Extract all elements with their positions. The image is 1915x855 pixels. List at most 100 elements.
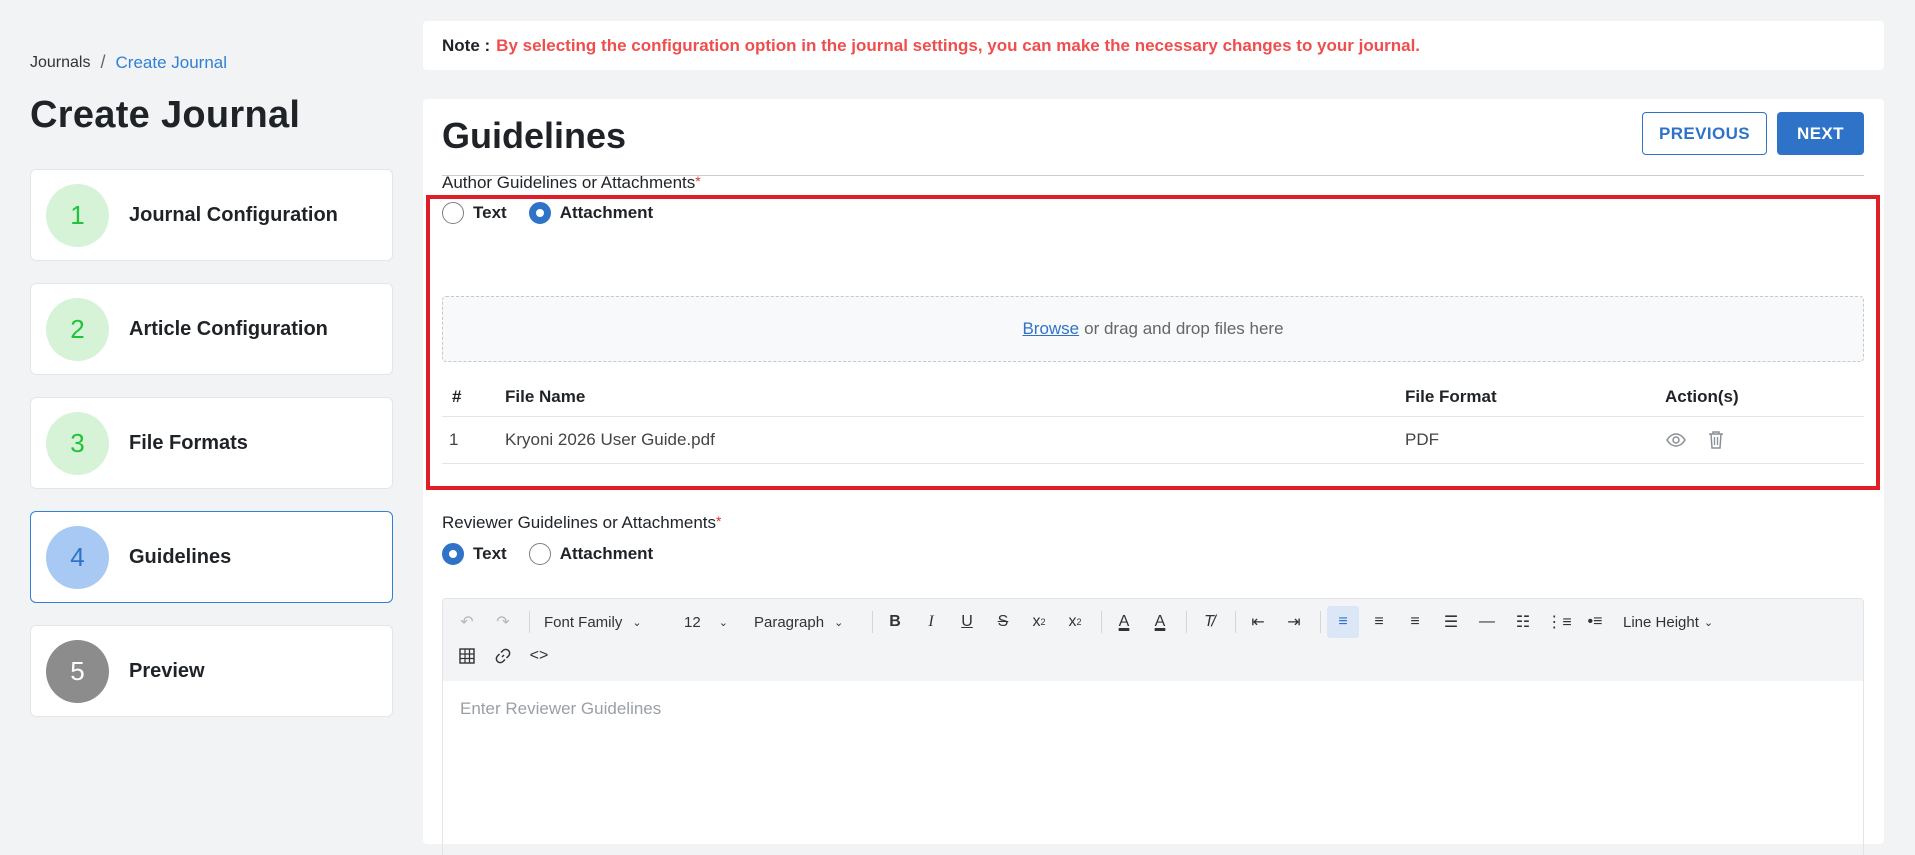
- reviewer-attachment-radio[interactable]: Attachment: [528, 543, 654, 565]
- font-size-value: 12: [684, 613, 701, 631]
- align-center-icon[interactable]: ≡: [1363, 606, 1395, 638]
- step-file-formats[interactable]: 3 File Formats: [30, 397, 393, 489]
- step-number: 5: [46, 639, 109, 703]
- step-number: 1: [46, 183, 109, 247]
- breadcrumb-separator: /: [100, 52, 106, 72]
- file-dropzone[interactable]: Browse or drag and drop files here: [442, 296, 1864, 362]
- underline-icon[interactable]: U: [951, 606, 983, 638]
- chevron-down-icon: ⌄: [718, 616, 728, 629]
- reviewer-text-radio[interactable]: Text: [442, 543, 507, 565]
- toolbar-separator: [872, 611, 873, 633]
- radio-circle: [442, 543, 464, 565]
- toolbar-separator: [1101, 611, 1102, 633]
- text-color-icon[interactable]: A: [1108, 606, 1140, 638]
- list-icon[interactable]: ☷: [1507, 606, 1539, 638]
- row-actions: [1665, 429, 1864, 451]
- italic-icon[interactable]: I: [915, 606, 947, 638]
- step-guidelines[interactable]: 4 Guidelines: [30, 511, 393, 603]
- radio-circle: [442, 202, 464, 224]
- previous-button[interactable]: PREVIOUS: [1642, 112, 1767, 155]
- panel-title: Guidelines: [442, 115, 627, 156]
- chevron-down-icon: ⌄: [1703, 616, 1714, 629]
- row-file-format: PDF: [1405, 430, 1439, 449]
- indent-icon[interactable]: ⇥: [1278, 606, 1310, 638]
- block-format-select[interactable]: Paragraph ⌄: [746, 606, 866, 638]
- step-article-configuration[interactable]: 2 Article Configuration: [30, 283, 393, 375]
- step-label: Guidelines: [129, 545, 232, 568]
- step-number: 4: [46, 525, 109, 589]
- author-guidelines-label-text: Author Guidelines or Attachments: [442, 173, 696, 192]
- breadcrumb-journals[interactable]: Journals: [30, 54, 90, 72]
- dropzone-hint: or drag and drop files here: [1084, 319, 1284, 338]
- clear-formatting-icon[interactable]: T̸: [1193, 606, 1225, 638]
- block-format-value: Paragraph: [754, 613, 825, 631]
- highlight-color-icon[interactable]: A: [1144, 606, 1176, 638]
- step-label: Article Configuration: [129, 317, 328, 340]
- align-justify-icon[interactable]: ☰: [1435, 606, 1467, 638]
- breadcrumb-create-journal[interactable]: Create Journal: [116, 53, 228, 73]
- align-left-icon[interactable]: ≡: [1327, 606, 1359, 638]
- toolbar-separator: [1320, 611, 1321, 633]
- superscript-icon[interactable]: x2: [1059, 606, 1091, 638]
- line-height-value: Line Height: [1623, 613, 1699, 631]
- bullet-list-icon[interactable]: •≡: [1579, 606, 1611, 638]
- numbered-list-icon[interactable]: ⋮≡: [1543, 606, 1575, 638]
- next-button[interactable]: NEXT: [1777, 112, 1864, 155]
- bold-icon[interactable]: B: [879, 606, 911, 638]
- subscript-icon[interactable]: x2: [1023, 606, 1055, 638]
- reviewer-guidelines-editor: ↶ ↷ Font Family ⌄ 12 ⌄ Paragraph ⌄ B I U S …: [442, 598, 1864, 855]
- font-family-value: Font Family: [544, 613, 623, 631]
- undo-icon[interactable]: ↶: [451, 606, 483, 638]
- step-preview[interactable]: 5 Preview: [30, 625, 393, 717]
- note-banner: Note : By selecting the configuration op…: [423, 21, 1884, 70]
- outdent-icon[interactable]: ⇤: [1242, 606, 1274, 638]
- guidelines-panel: Guidelines PREVIOUS NEXT Author Guidelin…: [423, 99, 1884, 855]
- required-mark: *: [716, 513, 722, 529]
- table-icon[interactable]: [451, 640, 483, 672]
- step-label: Journal Configuration: [129, 203, 338, 226]
- toolbar-separator: [1235, 611, 1236, 633]
- source-code-icon[interactable]: <>: [523, 640, 555, 672]
- required-mark: *: [695, 173, 701, 189]
- author-guidelines-label: Author Guidelines or Attachments*: [442, 173, 701, 193]
- note-text: By selecting the configuration option in…: [496, 35, 1421, 55]
- line-height-select[interactable]: Line Height ⌄: [1615, 606, 1721, 638]
- row-file-name: Kryoni 2026 User Guide.pdf: [505, 430, 715, 449]
- column-header-file-format: File Format: [1405, 386, 1497, 406]
- author-guidelines-type: Text Attachment: [442, 202, 675, 224]
- reviewer-guidelines-type: Text Attachment: [442, 543, 675, 565]
- radio-label: Attachment: [559, 544, 654, 563]
- breadcrumb: Journals / Create Journal: [30, 52, 227, 73]
- radio-circle: [528, 202, 551, 224]
- stepper: 1 Journal Configuration 2 Article Config…: [30, 169, 393, 739]
- attachments-table: # File Name File Format Action(s) 1 Kryo…: [442, 377, 1864, 464]
- radio-label: Text: [473, 544, 507, 563]
- step-label: Preview: [129, 659, 205, 682]
- align-right-icon[interactable]: ≡: [1399, 606, 1431, 638]
- reviewer-guidelines-label: Reviewer Guidelines or Attachments*: [442, 513, 721, 533]
- column-header-file-name: File Name: [505, 386, 586, 406]
- horizontal-rule-icon[interactable]: —: [1471, 606, 1503, 638]
- eye-icon[interactable]: [1665, 429, 1687, 451]
- chevron-down-icon: ⌄: [834, 616, 844, 629]
- editor-toolbar: ↶ ↷ Font Family ⌄ 12 ⌄ Paragraph ⌄ B I U S …: [443, 599, 1863, 681]
- redo-icon[interactable]: ↷: [487, 606, 519, 638]
- author-text-radio[interactable]: Text: [442, 202, 507, 224]
- column-header-actions: Action(s): [1665, 386, 1739, 406]
- table-row: 1 Kryoni 2026 User Guide.pdf PDF: [442, 417, 1864, 464]
- radio-label: Attachment: [559, 203, 654, 222]
- browse-link[interactable]: Browse: [1022, 319, 1079, 339]
- step-number: 2: [46, 297, 109, 361]
- trash-icon[interactable]: [1705, 429, 1727, 451]
- step-journal-configuration[interactable]: 1 Journal Configuration: [30, 169, 393, 261]
- strikethrough-icon[interactable]: S: [987, 606, 1019, 638]
- author-attachment-radio[interactable]: Attachment: [528, 202, 654, 224]
- reviewer-guidelines-placeholder[interactable]: Enter Reviewer Guidelines: [443, 681, 1863, 737]
- step-number: 3: [46, 411, 109, 475]
- radio-label: Text: [473, 203, 507, 222]
- table-header: # File Name File Format Action(s): [442, 377, 1864, 417]
- link-icon[interactable]: [487, 640, 519, 672]
- row-number: 1: [449, 430, 459, 449]
- font-family-select[interactable]: Font Family ⌄: [536, 606, 676, 638]
- font-size-select[interactable]: 12 ⌄: [676, 606, 746, 638]
